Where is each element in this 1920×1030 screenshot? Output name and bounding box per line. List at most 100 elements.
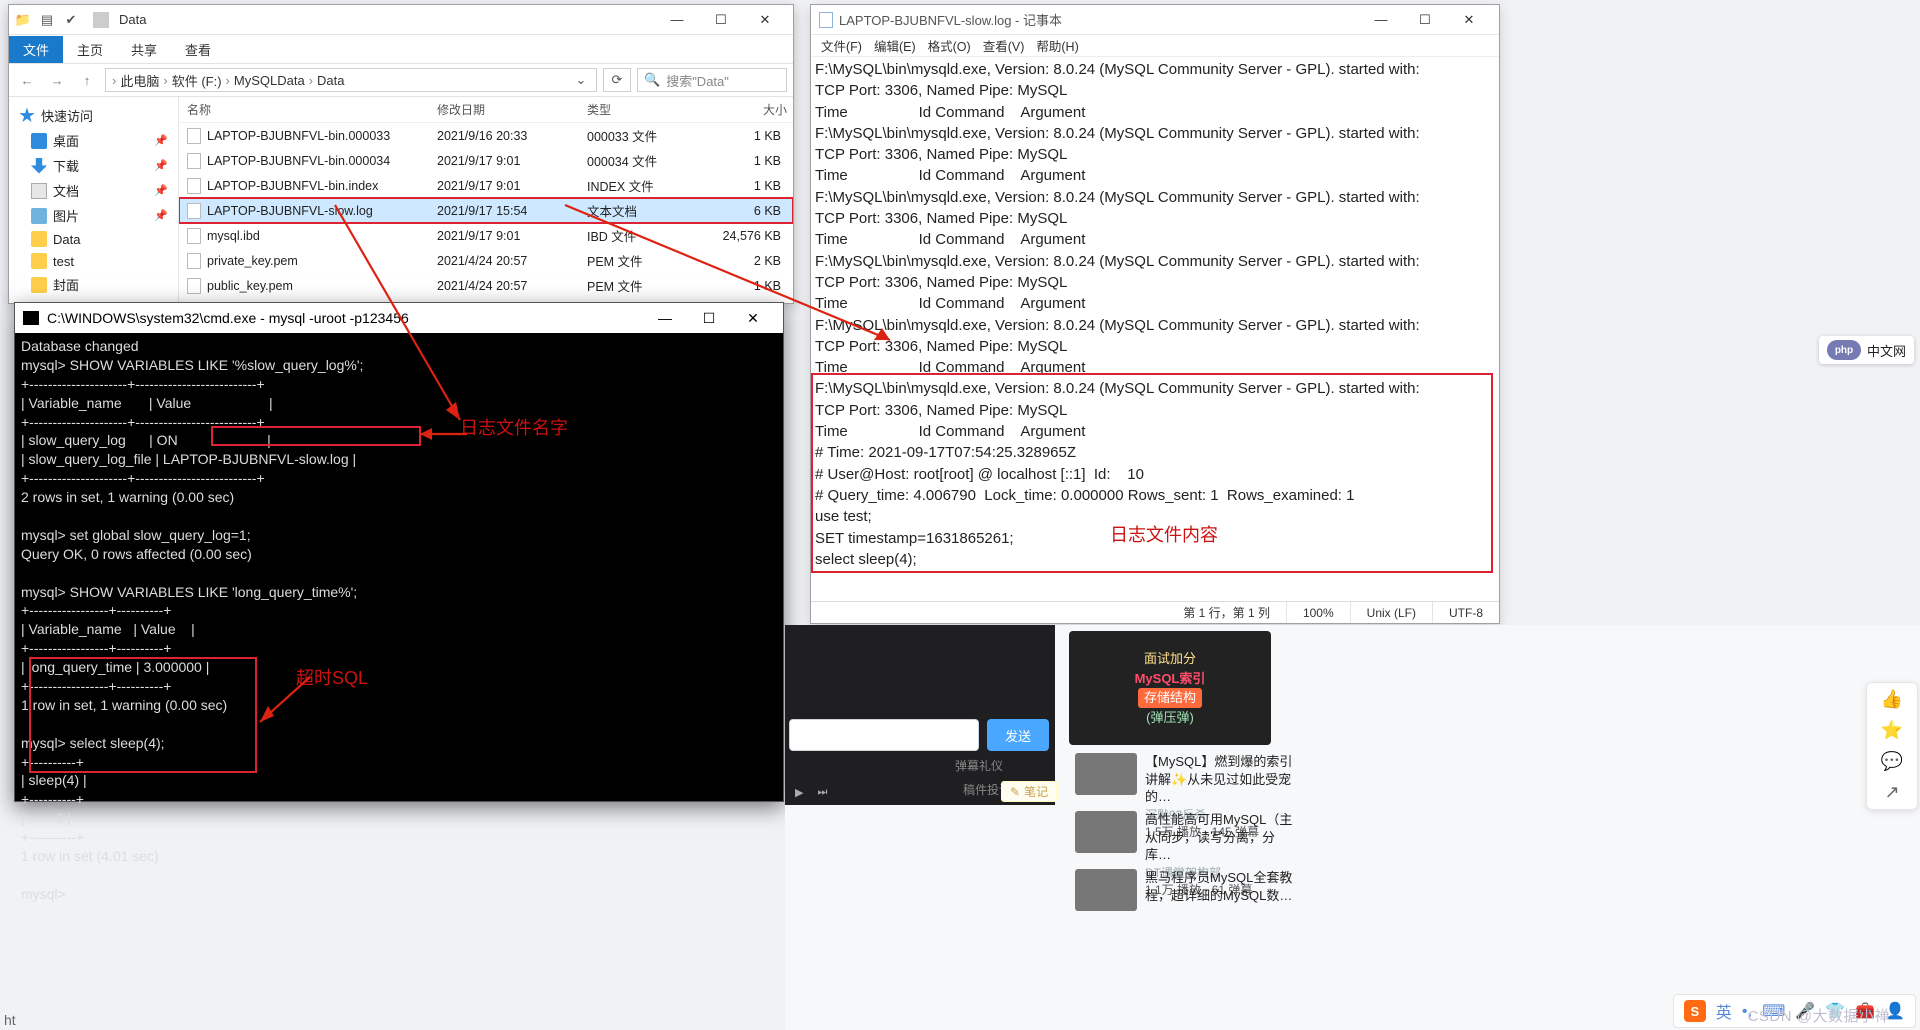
minimize-button[interactable]: — (1359, 5, 1403, 35)
menu-view[interactable]: 查看(V) (979, 34, 1029, 57)
thumb-text: 面试加分 (1135, 649, 1206, 669)
log-block: F:\MySQL\bin\mysqld.exe, Version: 8.0.24… (815, 251, 1495, 315)
quick-access[interactable]: 快速访问 (9, 103, 178, 128)
folder-icon: 📁 (15, 12, 31, 28)
file-row[interactable]: LAPTOP-BJUBNFVL-bin.000033 2021/9/16 20:… (179, 123, 793, 148)
close-button[interactable]: ✕ (1447, 5, 1491, 35)
ribbon-view[interactable]: 查看 (171, 36, 225, 63)
comment-icon[interactable]: 💬 (1881, 751, 1903, 772)
star-icon[interactable]: ⭐ (1881, 720, 1903, 741)
php-cn-badge[interactable]: php 中文网 (1819, 336, 1914, 364)
notepad-titlebar[interactable]: LAPTOP-BJUBNFVL-slow.log - 记事本 — ☐ ✕ (811, 5, 1499, 35)
col-size[interactable]: 大小 (707, 101, 787, 118)
check-icon[interactable]: ✔ (63, 12, 79, 28)
file-date: 2021/9/16 20:33 (437, 129, 587, 143)
ime-lang[interactable]: 英 (1716, 999, 1732, 1023)
ribbon-share[interactable]: 共享 (117, 36, 171, 63)
nav-item[interactable]: 下载 📌 (9, 153, 178, 178)
nav-label: 下载 (53, 156, 79, 175)
note-button[interactable]: ✎ 笔记 (1001, 781, 1057, 802)
file-row[interactable]: mysql.ibd 2021/9/17 9:01 IBD 文件 24,576 K… (179, 223, 793, 248)
file-row[interactable]: LAPTOP-BJUBNFVL-bin.000034 2021/9/17 9:0… (179, 148, 793, 173)
back-button[interactable]: ← (15, 68, 39, 92)
menu-file[interactable]: 文件(F) (817, 34, 866, 57)
crumb[interactable]: 此电脑 (120, 71, 159, 90)
file-date: 2021/9/17 9:01 (437, 179, 587, 193)
maximize-button[interactable]: ☐ (687, 303, 731, 333)
notepad-menu[interactable]: 文件(F) 编辑(E) 格式(O) 查看(V) 帮助(H) (811, 35, 1499, 57)
nav-item[interactable]: 封面 (9, 272, 178, 297)
nav-pane[interactable]: 快速访问 桌面 📌 下载 📌 文档 📌 图片 📌 Data test 封面 (9, 97, 179, 303)
php-logo-icon: php (1827, 340, 1861, 360)
window-title: Data (119, 12, 146, 27)
file-row[interactable]: public_key.pem 2021/4/24 20:57 PEM 文件 1 … (179, 273, 793, 298)
notepad-content[interactable]: F:\MySQL\bin\mysqld.exe, Version: 8.0.24… (811, 57, 1499, 601)
log-block: F:\MySQL\bin\mysqld.exe, Version: 8.0.24… (815, 59, 1495, 123)
cmd-output[interactable]: Database changed mysql> SHOW VARIABLES L… (15, 333, 783, 908)
search-placeholder: 搜索"Data" (666, 71, 729, 90)
maximize-button[interactable]: ☐ (1403, 5, 1447, 35)
star-icon (19, 108, 35, 124)
related-video-card[interactable]: 黑马程序员MySQL全套教程，超详细的MySQL数… (1075, 869, 1295, 911)
share-icon[interactable]: ↗ (1884, 782, 1899, 803)
ribbon-home[interactable]: 主页 (63, 36, 117, 63)
menu-edit[interactable]: 编辑(E) (870, 34, 920, 57)
log-tail: F:\MySQL\bin\mysqld.exe, Version: 8.0.24… (815, 378, 1495, 570)
play-icon[interactable]: ▶ (795, 786, 803, 799)
file-date: 2021/9/17 9:01 (437, 229, 587, 243)
close-button[interactable]: ✕ (743, 5, 787, 35)
crumb-dropdown-icon[interactable]: ⌄ (572, 72, 590, 88)
file-icon (187, 153, 201, 169)
crumb[interactable]: MySQLData (234, 73, 305, 88)
breadcrumb[interactable]: › 此电脑› 软件 (F:)› MySQLData› Data ⌄ (105, 68, 597, 92)
like-icon[interactable]: 👍 (1881, 689, 1903, 710)
nav-item[interactable]: 桌面 📌 (9, 128, 178, 153)
up-button[interactable]: ↑ (75, 68, 99, 92)
nav-item[interactable]: 文档 📌 (9, 178, 178, 203)
col-name[interactable]: 名称 (187, 101, 437, 118)
file-row[interactable]: LAPTOP-BJUBNFVL-slow.log 2021/9/17 15:54… (179, 198, 793, 223)
send-button[interactable]: 发送 (987, 719, 1049, 751)
col-type[interactable]: 类型 (587, 101, 707, 118)
minimize-button[interactable]: — (643, 303, 687, 333)
minimize-button[interactable]: — (655, 5, 699, 35)
file-name: LAPTOP-BJUBNFVL-bin.000034 (207, 154, 390, 168)
nav-item[interactable]: 图片 📌 (9, 203, 178, 228)
file-name: LAPTOP-BJUBNFVL-slow.log (207, 204, 373, 218)
video-thumb (1075, 753, 1137, 795)
cmd-titlebar[interactable]: C:\WINDOWS\system32\cmd.exe - mysql -uro… (15, 303, 783, 333)
file-list[interactable]: 名称 修改日期 类型 大小 LAPTOP-BJUBNFVL-bin.000033… (179, 97, 793, 303)
file-date: 2021/4/24 20:57 (437, 254, 587, 268)
crumb[interactable]: 软件 (F:) (172, 71, 222, 90)
next-icon[interactable]: ⏭ (817, 786, 827, 799)
side-float-panel[interactable]: 👍 ⭐ 💬 ↗ (1866, 682, 1918, 810)
menu-format[interactable]: 格式(O) (924, 34, 975, 57)
explorer-titlebar[interactable]: 📁 ▤ ✔ Data — ☐ ✕ (9, 5, 793, 35)
column-headers[interactable]: 名称 修改日期 类型 大小 (179, 97, 793, 123)
video-player-area[interactable]: ▶ ⏭ ⚙ ⛶ (785, 625, 1055, 805)
danmaku-input[interactable] (789, 719, 979, 751)
nav-item[interactable]: Data (9, 228, 178, 250)
nav-item[interactable]: test (9, 250, 178, 272)
refresh-button[interactable]: ⟳ (603, 68, 631, 92)
file-size: 1 KB (707, 129, 787, 143)
file-icon (187, 253, 201, 269)
crumb[interactable]: Data (317, 73, 344, 88)
file-row[interactable]: LAPTOP-BJUBNFVL-bin.index 2021/9/17 9:01… (179, 173, 793, 198)
menu-help[interactable]: 帮助(H) (1032, 34, 1082, 57)
ribbon-file[interactable]: 文件 (9, 36, 63, 63)
folder-icon (31, 253, 47, 269)
props-icon[interactable]: ▤ (39, 12, 55, 28)
search-input[interactable]: 🔍 搜索"Data" (637, 68, 787, 92)
file-name: LAPTOP-BJUBNFVL-bin.000033 (207, 129, 390, 143)
file-name: public_key.pem (207, 279, 293, 293)
maximize-button[interactable]: ☐ (699, 5, 743, 35)
col-date[interactable]: 修改日期 (437, 101, 587, 118)
close-button[interactable]: ✕ (731, 303, 775, 333)
gift-label[interactable]: 弹幕礼仪 (955, 757, 1003, 774)
file-row[interactable]: private_key.pem 2021/4/24 20:57 PEM 文件 2… (179, 248, 793, 273)
forward-button[interactable]: → (45, 68, 69, 92)
file-size: 2 KB (707, 254, 787, 268)
related-video-thumb[interactable]: 面试加分 MySQL索引 存储结构 (弹压弹) (1069, 631, 1271, 745)
file-type: PEM 文件 (587, 276, 707, 295)
